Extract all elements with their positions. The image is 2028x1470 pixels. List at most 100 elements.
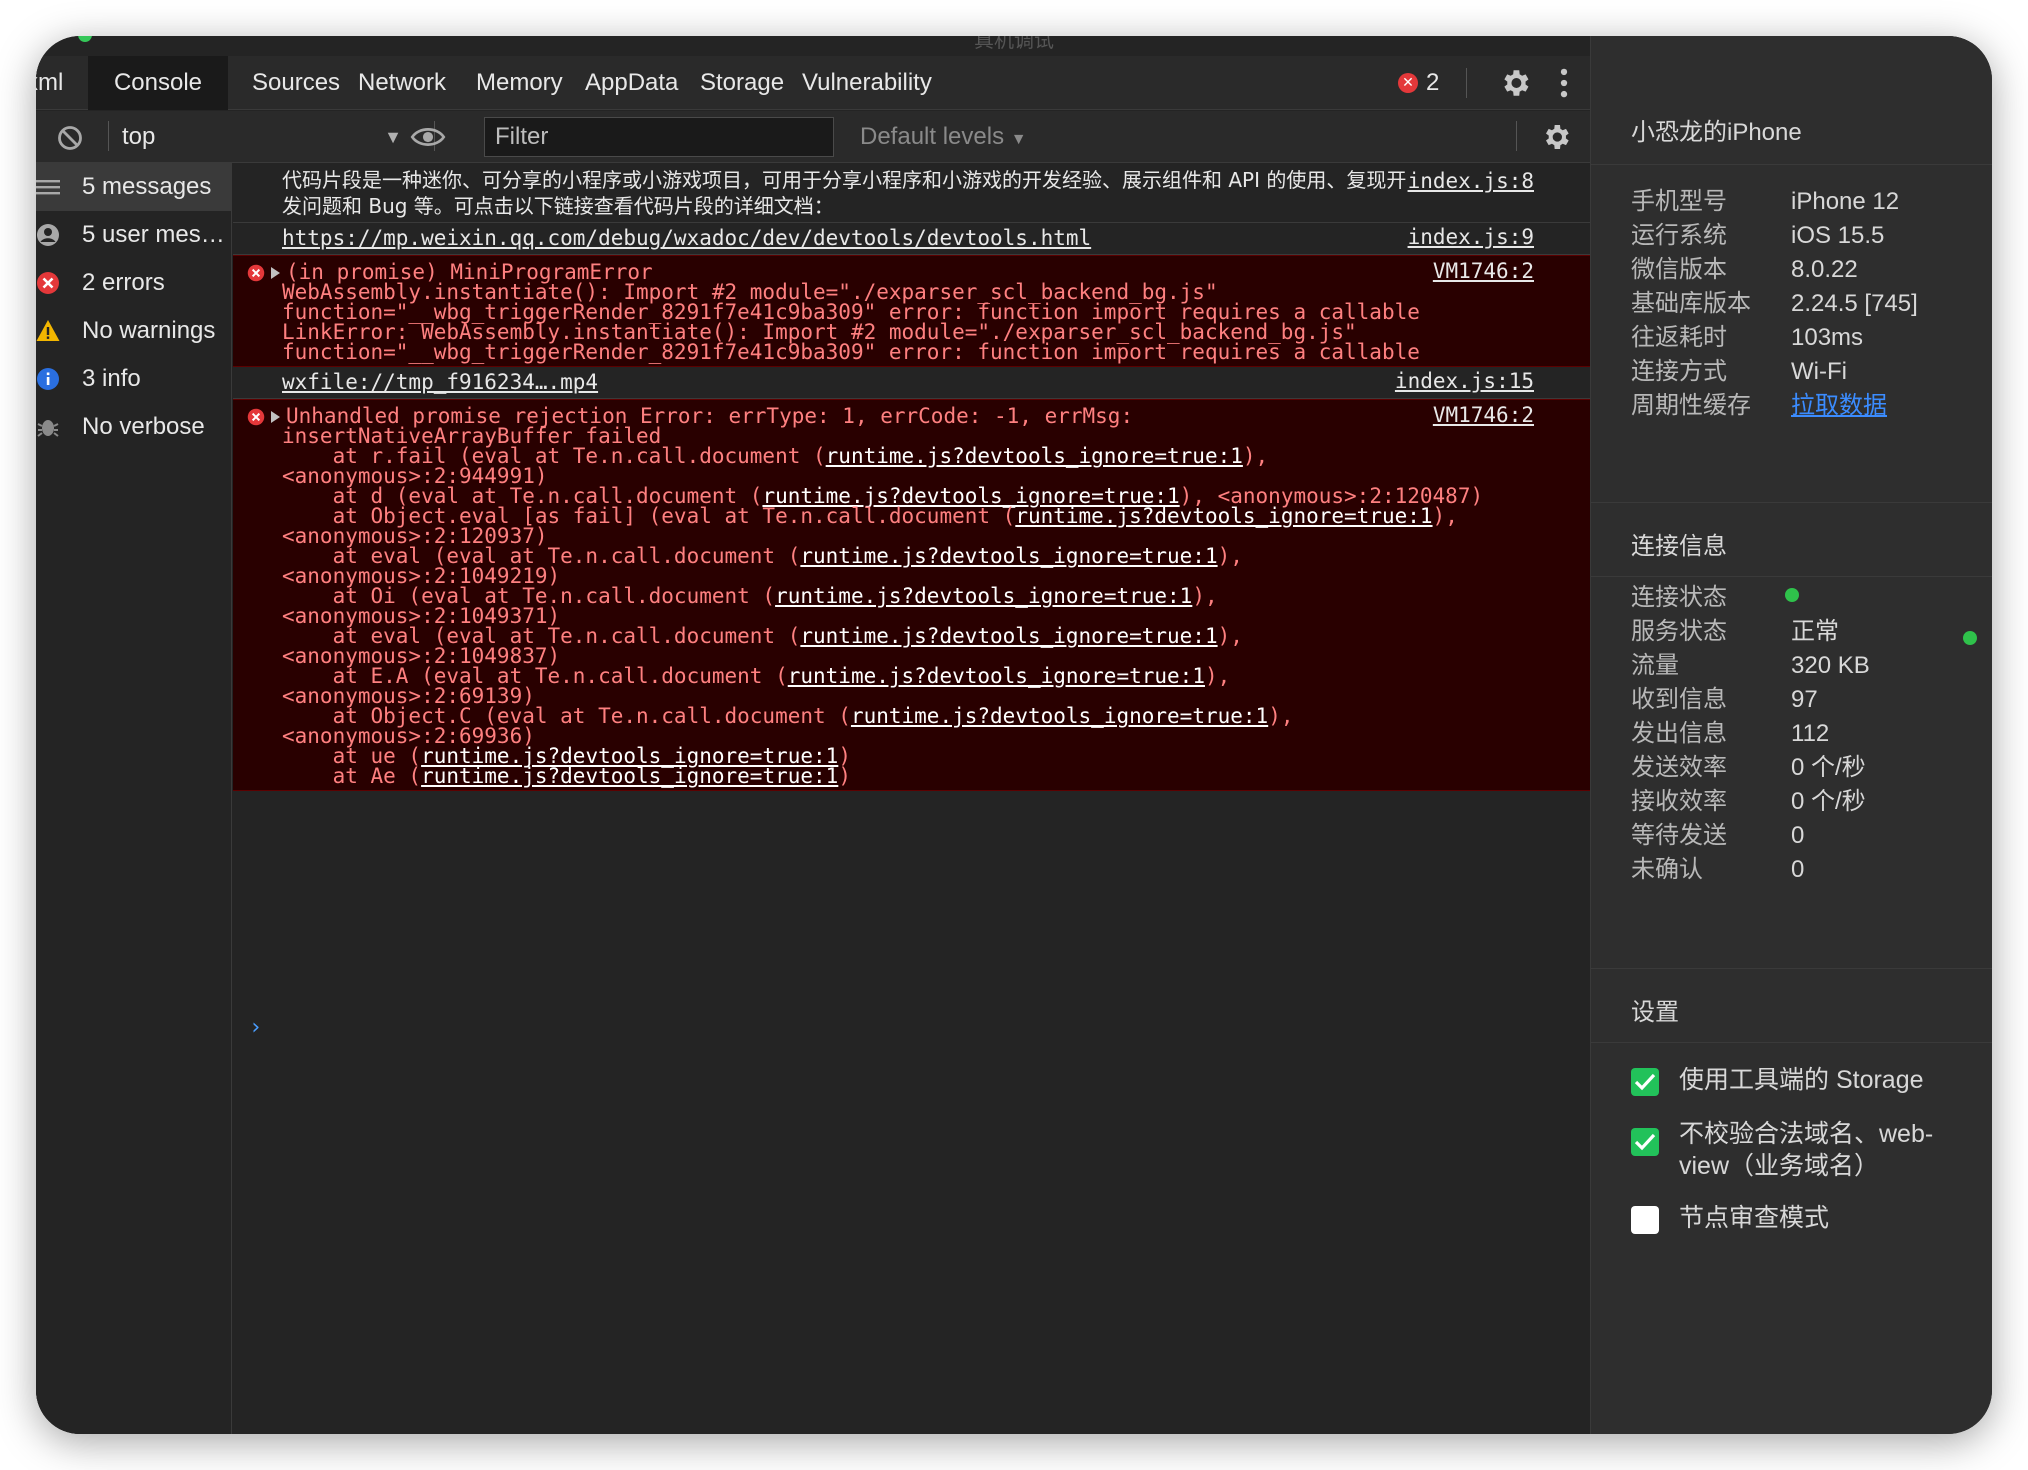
console-output: 代码片段是一种迷你、可分享的小程序或小游戏项目，可用于分享小程序和小游戏的开发经… <box>233 163 1590 1434</box>
divider <box>1466 68 1467 98</box>
connection-info-title: 连接信息 <box>1631 533 1727 560</box>
sidebar-item-label: 5 user messages <box>82 221 228 248</box>
expand-triangle-icon[interactable] <box>271 267 280 279</box>
divider <box>1591 1042 1992 1043</box>
service-status-dot <box>1963 631 1977 645</box>
stack-frame-text: ), <box>1217 624 1243 648</box>
info-row: 未确认 0 <box>1631 850 1971 890</box>
divider <box>1516 121 1517 151</box>
stack-frame-source-link[interactable]: runtime.js?devtools_ignore=true:1 <box>788 664 1205 688</box>
error-icon <box>247 264 265 282</box>
setting-node-inspect-mode[interactable]: 节点审查模式 <box>1631 1202 1971 1242</box>
sidebar-item-verbose[interactable]: No verbose <box>36 403 232 451</box>
warning-icon <box>36 320 60 341</box>
checkbox-checked[interactable] <box>1631 1128 1659 1156</box>
panel-tab-bar: xml Console Sources Network Memory AppDa… <box>36 56 1590 110</box>
tab-network[interactable]: Network <box>334 56 470 110</box>
filter-input[interactable] <box>484 117 834 157</box>
context-select[interactable]: top ▼ <box>122 117 422 157</box>
live-expression-eye-icon[interactable] <box>410 123 446 151</box>
stack-frame-text: at Ae ( <box>282 764 422 788</box>
more-options-icon[interactable] <box>1556 64 1572 102</box>
device-name: 小恐龙的iPhone <box>1631 119 1802 146</box>
tab-console[interactable]: Console <box>88 56 228 110</box>
info-key: 未确认 <box>1631 856 1703 883</box>
divider <box>1591 968 1992 969</box>
expand-triangle-icon[interactable] <box>271 411 280 423</box>
settings-title: 设置 <box>1631 999 1679 1026</box>
devtools-panel: xml Console Sources Network Memory AppDa… <box>36 56 1590 1434</box>
console-error-message: (in promise) MiniProgramError WebAssembl… <box>233 255 1590 367</box>
checkbox-unchecked[interactable] <box>1631 1206 1659 1234</box>
sidebar-item-messages[interactable]: 5 messages <box>36 163 232 211</box>
checkbox-checked[interactable] <box>1631 1068 1659 1096</box>
message-source-link[interactable]: VM1746:2 <box>1433 403 1534 427</box>
setting-label: 节点审查模式 <box>1679 1204 1830 1232</box>
sidebar-item-errors[interactable]: 2 errors <box>36 259 232 307</box>
tab-vulnerability[interactable]: Vulnerability <box>778 56 956 110</box>
stack-frame-source-link[interactable]: runtime.js?devtools_ignore=true:1 <box>775 584 1192 608</box>
sidebar-item-label: No verbose <box>82 413 205 440</box>
doc-link[interactable]: https://mp.weixin.qq.com/debug/wxadoc/de… <box>282 225 1091 251</box>
file-link[interactable]: wxfile://tmp_f916234….mp4 <box>282 369 598 395</box>
log-levels-dropdown[interactable]: Default levels ▼ <box>860 117 1027 157</box>
stack-frame-source-link[interactable]: runtime.js?devtools_ignore=true:1 <box>826 444 1243 468</box>
divider <box>1591 502 1992 503</box>
chevron-down-icon: ▼ <box>384 127 402 147</box>
console-toolbar: top ▼ Default levels ▼ <box>36 111 1590 163</box>
stack-frame-text: ), <box>1192 584 1218 608</box>
message-source-link[interactable]: index.js:9 <box>1408 225 1534 249</box>
check-icon <box>1634 1133 1656 1151</box>
fetch-data-link[interactable]: 拉取数据 <box>1791 386 1887 426</box>
console-settings-gear-icon[interactable] <box>1540 121 1572 153</box>
setting-label: 不校验合法域名、web-view（业务域名） <box>1679 1120 1934 1180</box>
sidebar-item-label: 3 info <box>82 365 141 392</box>
info-value: 0 <box>1791 856 1805 883</box>
error-line: function="__wbg_triggerRender_8291f7e41c… <box>282 340 1420 364</box>
stack-frame-source-link[interactable]: runtime.js?devtools_ignore=true:1 <box>800 624 1217 648</box>
console-prompt[interactable]: › <box>249 1015 262 1040</box>
stack-frame-source-link[interactable]: runtime.js?devtools_ignore=true:1 <box>800 544 1217 568</box>
sidebar-item-info[interactable]: 3 info <box>36 355 232 403</box>
console-message: wxfile://tmp_f916234….mp4 index.js:15 <box>233 367 1590 399</box>
info-key: 周期性缓存 <box>1631 392 1751 419</box>
device-info-panel: 小恐龙的iPhone 手机型号 iPhone 12 运行系统 iOS 15.5 微信版本… <box>1590 36 1992 1434</box>
setting-label: 使用工具端的 Storage <box>1679 1066 1924 1094</box>
chevron-down-icon: ▼ <box>1010 131 1027 148</box>
context-value: top <box>122 123 156 150</box>
sidebar-item-label: No warnings <box>82 317 216 344</box>
setting-skip-domain-check[interactable]: 不校验合法域名、web-view（业务域名） <box>1631 1118 1971 1188</box>
sidebar-item-label: 5 messages <box>82 173 212 200</box>
sidebar-item-warnings[interactable]: No warnings <box>36 307 232 355</box>
stack-frame-text: ), <box>1217 544 1243 568</box>
console-sidebar: 5 messages 5 user messages 2 errors No w… <box>36 163 232 1434</box>
divider <box>1591 576 1992 577</box>
settings-gear-icon[interactable] <box>1498 66 1532 100</box>
sidebar-item-label: 2 errors <box>82 269 165 296</box>
tab-wxml[interactable]: xml <box>36 56 87 110</box>
stack-frame-text: ), <box>1204 664 1231 688</box>
info-row: 周期性缓存 拉取数据 <box>1631 386 1971 426</box>
error-count: 2 <box>1426 69 1440 96</box>
message-source-link[interactable]: index.js:8 <box>1408 169 1534 193</box>
stack-frame-source-link[interactable]: runtime.js?devtools_ignore=true:1 <box>421 764 838 788</box>
clear-console-icon[interactable] <box>56 124 84 152</box>
error-icon <box>37 272 59 294</box>
connection-status-dot <box>1785 588 1799 602</box>
error-count-badge[interactable]: ✕ 2 <box>1398 56 1439 110</box>
console-error-message: Unhandled promise rejection Error: errTy… <box>233 399 1590 791</box>
stack-frame-source-link[interactable]: runtime.js?devtools_ignore=true:1 <box>1015 504 1432 528</box>
setting-use-tool-storage[interactable]: 使用工具端的 Storage <box>1631 1064 1971 1104</box>
stack-frame-text: ), <box>1432 504 1458 528</box>
stack-frame-text: ) <box>838 764 851 788</box>
sidebar-item-user-messages[interactable]: 5 user messages <box>36 211 232 259</box>
message-source-link[interactable]: VM1746:2 <box>1433 259 1534 283</box>
stack-frame-text: ), <box>1242 444 1269 468</box>
message-source-link[interactable]: index.js:15 <box>1395 369 1534 393</box>
message-text: 代码片段是一种迷你、可分享的小程序或小游戏项目，可用于分享小程序和小游戏的开发经… <box>282 168 1407 218</box>
list-icon <box>36 180 60 195</box>
divider <box>1591 164 1992 165</box>
stack-frame-source-link[interactable]: runtime.js?devtools_ignore=true:1 <box>851 704 1268 728</box>
stack-frame-text: ), <box>1268 704 1294 728</box>
error-icon <box>247 408 265 426</box>
